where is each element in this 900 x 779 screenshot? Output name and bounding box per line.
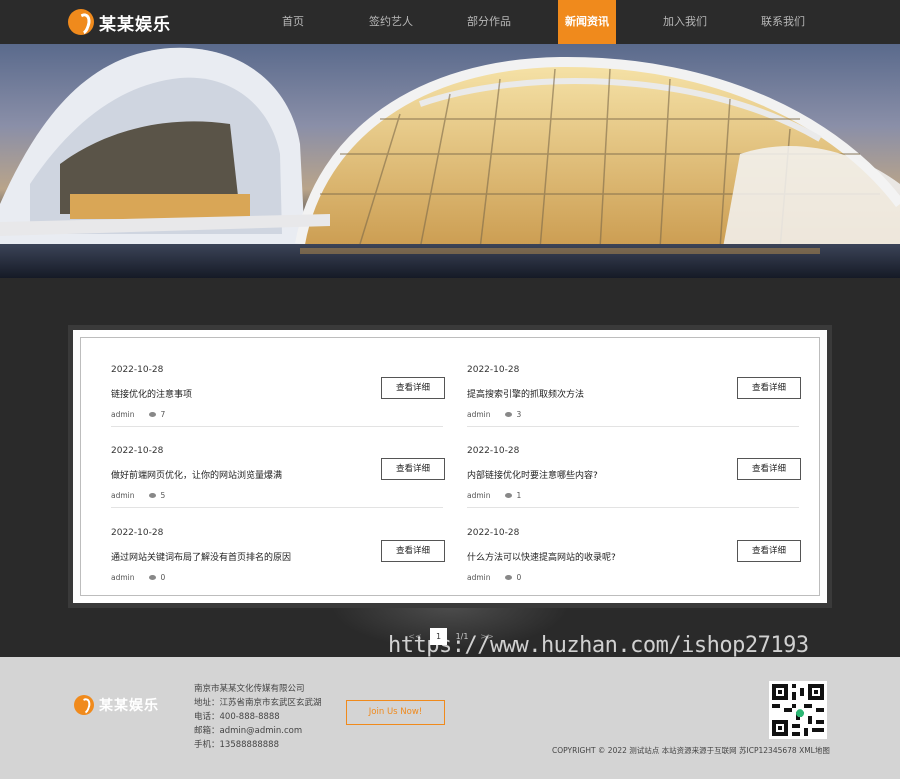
news-meta: admin 5 (111, 491, 165, 500)
news-title[interactable]: 提高搜索引擎的抓取频次方法 (467, 387, 584, 400)
news-date: 2022-10-28 (467, 365, 520, 375)
view-detail-button[interactable]: 查看详细 (737, 458, 801, 480)
eye-icon (504, 412, 512, 417)
eye-icon (148, 575, 156, 580)
view-detail-button[interactable]: 查看详细 (737, 377, 801, 399)
architecture-photo (0, 47, 900, 278)
view-detail-button[interactable]: 查看详细 (381, 458, 445, 480)
site-header: 某某娱乐 首页 签约艺人 部分作品 新闻资讯 加入我们 联系我们 (0, 0, 900, 44)
news-author: admin (467, 573, 491, 582)
nav-item-contact[interactable]: 联系我们 (734, 0, 832, 44)
news-author: admin (111, 491, 135, 500)
news-meta: admin 3 (467, 410, 521, 419)
divider (111, 507, 443, 508)
hero-banner (0, 44, 900, 278)
news-views: 1 (516, 491, 522, 500)
qr-code-icon (769, 681, 827, 739)
news-views: 0 (516, 573, 522, 582)
news-title[interactable]: 内部链接优化时要注意哪些内容? (467, 468, 598, 481)
news-item: 2022-10-28 提高搜索引擎的抓取频次方法 admin 3 查看详细 (467, 365, 801, 445)
eye-icon (148, 493, 156, 498)
news-meta: admin 7 (111, 410, 165, 419)
news-panel: 2022-10-28 链接优化的注意事项 admin 7 查看详细 2022-1… (68, 325, 832, 608)
site-footer: 某某娱乐 南京市某某文化传媒有限公司 地址：江苏省南京市玄武区玄武湖 电话：40… (0, 657, 900, 779)
company-mobile: 手机：13588888888 (194, 740, 279, 750)
news-meta: admin 0 (467, 573, 521, 582)
news-title[interactable]: 什么方法可以快速提高网站的收录呢? (467, 550, 616, 563)
news-views: 0 (160, 573, 166, 582)
view-detail-button[interactable]: 查看详细 (381, 540, 445, 562)
news-date: 2022-10-28 (467, 446, 520, 456)
contact-info: 南京市某某文化传媒有限公司 地址：江苏省南京市玄武区玄武湖 电话：400-888… (194, 682, 322, 752)
news-list: 2022-10-28 链接优化的注意事项 admin 7 查看详细 2022-1… (80, 337, 820, 596)
news-author: admin (111, 410, 135, 419)
eye-icon (148, 412, 156, 417)
news-author: admin (467, 410, 491, 419)
news-views: 7 (160, 410, 166, 419)
news-views: 5 (160, 491, 166, 500)
main-nav: 首页 签约艺人 部分作品 新闻资讯 加入我们 联系我们 (244, 0, 832, 44)
nav-item-home[interactable]: 首页 (244, 0, 342, 44)
news-author: admin (111, 573, 135, 582)
company-name: 南京市某某文化传媒有限公司 (194, 684, 305, 694)
news-date: 2022-10-28 (111, 528, 164, 538)
news-meta: admin 0 (111, 573, 165, 582)
company-email: 邮箱：admin@admin.com (194, 726, 303, 736)
news-item: 2022-10-28 做好前端网页优化，让你的网站浏览量爆满 admin 5 查… (111, 446, 445, 526)
eye-icon (504, 575, 512, 580)
view-detail-button[interactable]: 查看详细 (737, 540, 801, 562)
company-phone: 电话：400-888-8888 (194, 712, 280, 722)
copyright-text: COPYRIGHT © 2022 测试站点 本站资源来源于互联网 苏ICP123… (552, 746, 830, 755)
join-us-button[interactable]: Join Us Now! (346, 700, 445, 725)
flame-logo-icon (68, 9, 94, 35)
divider (467, 426, 799, 427)
watermark-text: https://www.huzhan.com/ishop27193 (388, 633, 809, 658)
nav-item-join[interactable]: 加入我们 (636, 0, 734, 44)
news-item: 2022-10-28 内部链接优化时要注意哪些内容? admin 1 查看详细 (467, 446, 801, 526)
news-meta: admin 1 (467, 491, 521, 500)
news-views: 3 (516, 410, 522, 419)
news-item: 2022-10-28 链接优化的注意事项 admin 7 查看详细 (111, 365, 445, 445)
nav-item-news[interactable]: 新闻资讯 (558, 0, 616, 44)
news-date: 2022-10-28 (467, 528, 520, 538)
eye-icon (504, 493, 512, 498)
divider (467, 507, 799, 508)
view-detail-button[interactable]: 查看详细 (381, 377, 445, 399)
news-title[interactable]: 链接优化的注意事项 (111, 387, 192, 400)
footer-brand-name: 某某娱乐 (99, 698, 159, 714)
divider (111, 426, 443, 427)
nav-item-artists[interactable]: 签约艺人 (342, 0, 440, 44)
site-logo[interactable]: 某某娱乐 (68, 9, 171, 35)
news-title[interactable]: 通过网站关键词布局了解没有首页排名的原因 (111, 550, 291, 563)
news-item: 2022-10-28 什么方法可以快速提高网站的收录呢? admin 0 查看详… (467, 528, 801, 608)
news-title[interactable]: 做好前端网页优化，让你的网站浏览量爆满 (111, 468, 282, 481)
news-date: 2022-10-28 (111, 365, 164, 375)
flame-logo-icon (74, 695, 94, 715)
news-date: 2022-10-28 (111, 446, 164, 456)
footer-logo[interactable]: 某某娱乐 (74, 695, 159, 715)
company-address: 地址：江苏省南京市玄武区玄武湖 (194, 698, 322, 708)
brand-name: 某某娱乐 (99, 14, 171, 35)
news-author: admin (467, 491, 491, 500)
nav-item-works[interactable]: 部分作品 (440, 0, 538, 44)
news-item: 2022-10-28 通过网站关键词布局了解没有首页排名的原因 admin 0 … (111, 528, 445, 608)
